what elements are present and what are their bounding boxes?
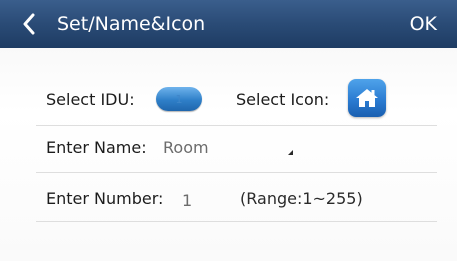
home-icon — [356, 89, 378, 107]
divider — [36, 125, 437, 126]
divider — [36, 172, 437, 173]
select-idu-label: Select IDU: — [46, 90, 135, 109]
idu-selector-value: 1 — [175, 92, 183, 106]
input-resize-corner-icon — [288, 150, 293, 155]
chevron-left-icon — [23, 13, 35, 35]
back-button[interactable] — [12, 8, 46, 40]
settings-form: Select IDU: 1 Select Icon: Enter Name: R… — [0, 48, 457, 261]
name-input[interactable]: Room — [150, 134, 300, 162]
page-title: Set/Name&Icon — [57, 13, 206, 35]
select-icon-label: Select Icon: — [236, 90, 330, 109]
idu-selector-button[interactable]: 1 — [156, 87, 202, 111]
name-input-value: Room — [163, 138, 209, 157]
name-icon-settings-screen: Set/Name&Icon OK Select IDU: 1 Select Ic… — [0, 0, 457, 261]
top-bar: Set/Name&Icon OK — [0, 0, 457, 48]
number-input[interactable]: 1 — [182, 191, 192, 210]
enter-name-label: Enter Name: — [46, 138, 147, 157]
number-range-hint: (Range:1~255) — [240, 189, 363, 208]
enter-number-label: Enter Number: — [46, 189, 164, 208]
divider — [36, 221, 437, 222]
ok-button[interactable]: OK — [410, 0, 437, 48]
icon-selector-button[interactable] — [348, 79, 386, 117]
